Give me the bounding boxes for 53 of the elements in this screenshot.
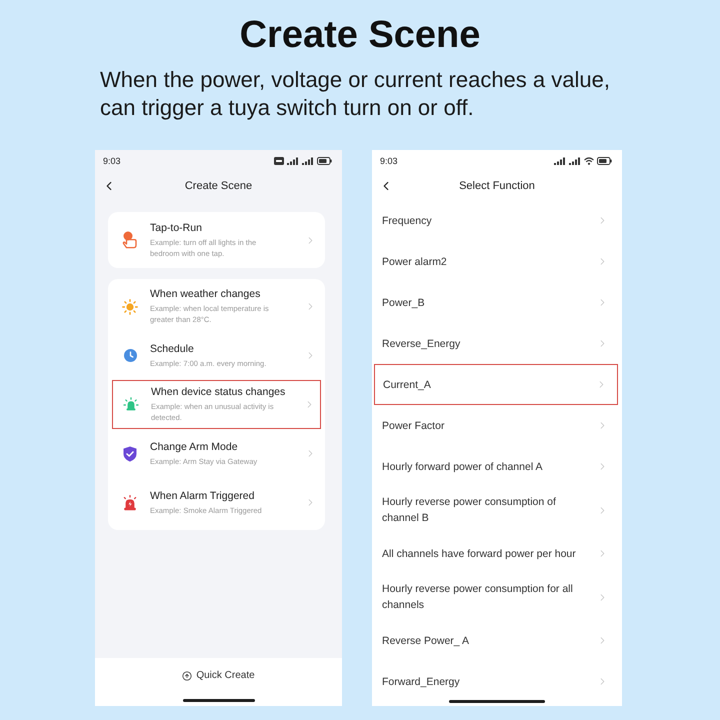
siren-icon — [122, 494, 138, 510]
screen-title: Select Function — [458, 180, 536, 192]
signal-icon — [302, 157, 314, 165]
function-label: Power alarm2 — [382, 254, 447, 270]
function-option[interactable]: Forward_Energy — [372, 661, 622, 702]
option-title: When device status changes — [151, 386, 286, 399]
signal-icon — [287, 157, 299, 165]
function-option[interactable]: Hourly forward power of channel A — [372, 446, 622, 487]
shield-check-icon — [123, 446, 137, 462]
function-label: Current_A — [383, 378, 431, 392]
sun-icon — [122, 298, 138, 314]
option-title: When weather changes — [150, 288, 262, 301]
function-label: Power_B — [382, 296, 425, 310]
battery-icon — [317, 157, 332, 165]
function-label: Reverse_Energy — [382, 336, 460, 352]
tap-hand-icon — [122, 231, 138, 249]
page-title: Create Scene — [238, 14, 482, 56]
battery-icon — [597, 157, 612, 165]
clock-icon — [124, 349, 136, 362]
wifi-icon — [584, 157, 594, 165]
function-label: Forward_Energy — [382, 674, 460, 690]
light-icon — [123, 396, 139, 412]
function-option[interactable]: Reverse_Energy — [372, 323, 622, 364]
function-option[interactable]: Frequency — [372, 200, 622, 241]
function-option[interactable]: Current_A — [374, 364, 618, 405]
function-option[interactable]: Power Factor — [372, 405, 622, 446]
signal-icon — [569, 157, 581, 165]
page-description: When the power, voltage or current reaches a value, can trigger a tuya switch turn on or off. — [100, 66, 610, 122]
option-title: Tap-to-Run — [150, 222, 203, 234]
function-label: Frequency — [382, 214, 432, 228]
option-title: When Alarm Triggered — [150, 490, 256, 502]
home-indicator — [182, 699, 254, 702]
function-label: Hourly forward power of channel A — [382, 460, 542, 474]
status-badge-icon — [274, 157, 284, 165]
function-label: Power Factor — [382, 418, 444, 434]
status-time: 9:03 — [380, 156, 398, 166]
function-option[interactable]: Hourly reverse power consumption for all channels — [372, 574, 622, 620]
status-time: 9:03 — [103, 156, 121, 166]
function-option[interactable]: Power_B — [372, 282, 622, 323]
function-label: All channels have forward power per hour — [382, 546, 576, 562]
function-label: Hourly reverse power consumption for all channels — [382, 582, 574, 613]
option-title: Schedule — [150, 342, 195, 356]
quick-create-button[interactable]: Quick Create — [182, 670, 255, 681]
function-option[interactable]: All channels have forward power per hour — [372, 533, 622, 574]
screen-title: Create Scene — [184, 180, 254, 192]
arrow-up-circle-icon — [182, 670, 192, 680]
option-title: Change Arm Mode — [150, 440, 239, 454]
function-option[interactable]: Hourly reverse power consumption of channel B — [372, 487, 622, 533]
function-option[interactable]: Power alarm2 — [372, 241, 622, 282]
function-label: Reverse Power_ A — [382, 634, 469, 648]
function-option[interactable]: Reverse Power_ A — [372, 620, 622, 661]
signal-icon — [554, 157, 566, 165]
function-label: Hourly reverse power consumption of channel B — [382, 495, 557, 526]
